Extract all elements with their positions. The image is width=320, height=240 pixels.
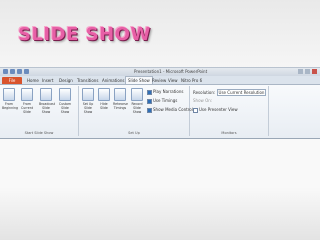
tab-review[interactable]: Review [152, 77, 166, 84]
tab-transitions[interactable]: Transitions [77, 77, 98, 84]
set-up-slide-show-button[interactable]: Set Up Slide Show [81, 88, 95, 114]
tab-nitro[interactable]: Nitro Pro 6 [181, 77, 202, 84]
checkbox-icon [147, 89, 152, 95]
checkbox-icon [147, 98, 152, 104]
custom-show-icon [59, 88, 71, 101]
tab-home[interactable]: Home [27, 77, 39, 84]
close-icon[interactable] [312, 69, 317, 74]
custom-slide-show-button[interactable]: Custom Slide Show [58, 88, 72, 114]
powerpoint-icon [3, 69, 8, 74]
tab-file[interactable]: File [2, 77, 22, 84]
slide-title: SLIDE SHOW [18, 24, 151, 45]
show-media-controls-checkbox[interactable]: Show Media Controls [147, 107, 195, 113]
group-label-set-up: Set Up [128, 131, 140, 135]
redo-icon[interactable] [24, 69, 29, 74]
stopwatch-icon [114, 88, 126, 101]
ribbon-panel: From Beginning From Current Slide Broadc… [0, 85, 320, 138]
undo-icon[interactable] [17, 69, 22, 74]
checkbox-icon [147, 107, 152, 113]
tab-slide-show[interactable]: Slide Show [125, 76, 153, 84]
use-presenter-view-checkbox[interactable]: Use Presenter View [193, 107, 238, 113]
resolution-dropdown[interactable]: Resolution: Use Current Resolution [193, 89, 267, 96]
group-label-monitors: Monitors [221, 131, 237, 135]
slideshow-start-icon [3, 88, 15, 101]
slideshow-current-icon [21, 88, 33, 101]
ribbon-screenshot: Presentation1 - Microsoft PowerPoint Fil… [0, 67, 320, 139]
group-start-slide-show: From Beginning From Current Slide Broadc… [0, 86, 79, 136]
broadcast-button[interactable]: Broadcast Slide Show [39, 88, 55, 114]
group-set-up: Set Up Slide Show Hide Slide Rehearse Ti… [79, 86, 195, 136]
rehearse-timings-button[interactable]: Rehearse Timings [113, 88, 128, 110]
record-icon [131, 88, 143, 101]
window-titlebar: Presentation1 - Microsoft PowerPoint [0, 68, 320, 76]
window-title: Presentation1 - Microsoft PowerPoint [134, 69, 208, 74]
broadcast-icon [40, 88, 52, 101]
record-slide-show-button[interactable]: Record Slide Show [130, 88, 144, 114]
tab-animations[interactable]: Animations [102, 77, 124, 84]
hide-slide-icon [98, 88, 110, 101]
group-label-start: Start Slide Show [24, 131, 54, 135]
quick-access-toolbar [3, 69, 29, 75]
from-current-slide-button[interactable]: From Current Slide [20, 88, 34, 114]
setup-icon [82, 88, 94, 101]
hide-slide-button[interactable]: Hide Slide [97, 88, 111, 110]
tab-view[interactable]: View [168, 77, 178, 84]
save-icon[interactable] [10, 69, 15, 74]
play-narrations-checkbox[interactable]: Play Narrations [147, 89, 183, 95]
group-monitors: Resolution: Use Current Resolution Show … [190, 86, 269, 136]
tab-insert[interactable]: Insert [42, 77, 53, 84]
resolution-value: Use Current Resolution [216, 89, 267, 96]
ribbon-tabs: File Home Insert Design Transitions Anim… [0, 76, 320, 85]
from-beginning-button[interactable]: From Beginning [2, 88, 18, 110]
tab-design[interactable]: Design [59, 77, 73, 84]
show-on-dropdown[interactable]: Show On: [193, 98, 212, 103]
checkbox-icon [193, 107, 198, 113]
maximize-icon[interactable] [305, 69, 310, 74]
window-controls [298, 69, 317, 74]
minimize-icon[interactable] [298, 69, 303, 74]
use-timings-checkbox[interactable]: Use Timings [147, 98, 177, 104]
